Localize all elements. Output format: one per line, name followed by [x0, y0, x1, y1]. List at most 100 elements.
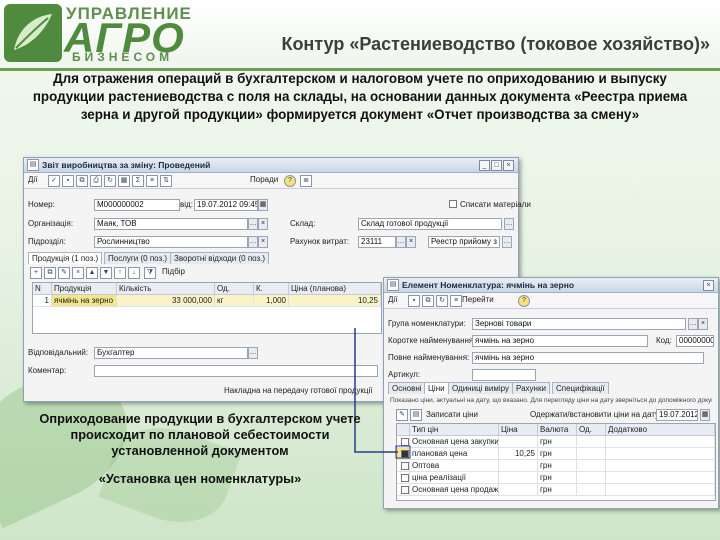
help-icon[interactable]: ? — [518, 295, 530, 307]
close-icon[interactable]: × — [503, 160, 514, 171]
row-checkbox-cell[interactable] — [397, 484, 410, 496]
planned-price-cell[interactable]: 10,25 — [289, 295, 381, 307]
copy-icon[interactable]: ⧉ — [76, 175, 88, 187]
report-icon[interactable]: ▦ — [118, 175, 130, 187]
column-header[interactable]: N — [33, 283, 52, 295]
currency-cell[interactable]: грн — [538, 484, 577, 496]
unit-cell[interactable] — [577, 484, 606, 496]
save-icon[interactable]: ▪ — [62, 175, 74, 187]
table-row[interactable]: 1 ячмінь на зерно 33 000,000 кг 1,000 10… — [33, 295, 381, 307]
minimize-icon[interactable]: _ — [479, 160, 490, 171]
currency-cell[interactable]: грн — [538, 448, 577, 460]
row-checkbox[interactable] — [401, 462, 409, 470]
record-prices-button[interactable]: Записати ціни — [426, 410, 478, 419]
responsible-select-button[interactable]: … — [248, 347, 258, 359]
save-icon[interactable]: ▪ — [408, 295, 420, 307]
department-clear-button[interactable]: × — [258, 236, 268, 248]
hierarchy-icon[interactable]: ⇅ — [160, 175, 172, 187]
column-header[interactable]: К. — [254, 283, 289, 295]
copy-row-icon[interactable]: ⧉ — [44, 267, 56, 279]
unit-cell[interactable] — [577, 436, 606, 448]
tab-services[interactable]: Послуги (0 поз.) — [104, 252, 172, 264]
number-field[interactable]: М000000002 — [94, 199, 180, 211]
post-icon[interactable]: ✓ — [48, 175, 60, 187]
record-price-icon[interactable]: ▤ — [410, 409, 422, 421]
department-field[interactable]: Рослинництво — [94, 236, 248, 248]
quantity-cell[interactable]: 33 000,000 — [117, 295, 215, 307]
help-tips-button[interactable]: Поради — [250, 175, 278, 185]
delete-row-icon[interactable]: × — [72, 267, 84, 279]
edit-row-icon[interactable]: ✎ — [58, 267, 70, 279]
cost-account-field[interactable]: 23111 — [358, 236, 396, 248]
item-group-clear-button[interactable]: × — [698, 318, 708, 330]
row-checkbox-cell[interactable] — [397, 448, 410, 460]
price-cell[interactable]: 10,25 — [499, 448, 538, 460]
extra-cell[interactable] — [606, 448, 715, 460]
date-field[interactable]: 19.07.2012 09:45:49 — [194, 199, 258, 211]
currency-cell[interactable]: грн — [538, 472, 577, 484]
unit-cell[interactable] — [577, 472, 606, 484]
goto-menu-button[interactable]: Перейти — [462, 295, 494, 305]
print-icon[interactable]: ⎙ — [90, 175, 102, 187]
extra-cell[interactable] — [606, 436, 715, 448]
sort-desc-icon[interactable]: ↓ — [128, 267, 140, 279]
row-checkbox-cell[interactable] — [397, 436, 410, 448]
copy-icon[interactable]: ⧉ — [422, 295, 434, 307]
column-header[interactable]: Кількість — [117, 283, 215, 295]
table-row[interactable]: Основная цена закупки грн — [397, 436, 715, 448]
tab-main[interactable]: Основні — [388, 382, 426, 394]
price-type-cell[interactable]: Основная цена продажи — [410, 484, 499, 496]
close-icon[interactable]: × — [703, 280, 714, 291]
unit-cell[interactable]: кг — [215, 295, 254, 307]
item-group-field[interactable]: Зернові товари — [472, 318, 686, 330]
refresh-icon[interactable]: ↻ — [104, 175, 116, 187]
edit-price-icon[interactable]: ✎ — [396, 409, 408, 421]
item-toolbar-icons[interactable]: ▪ ⧉ ↻ ≡ — [408, 295, 464, 307]
code-field[interactable]: 000000000 — [676, 335, 714, 347]
move-up-icon[interactable]: ▲ — [86, 267, 98, 279]
table-row[interactable]: Оптова грн — [397, 460, 715, 472]
responsible-field[interactable]: Бухгалтер — [94, 347, 248, 359]
article-field[interactable] — [472, 369, 536, 381]
short-name-field[interactable]: ячмінь на зерно — [472, 335, 648, 347]
actions-menu-button[interactable]: Дії — [28, 175, 37, 185]
currency-cell[interactable]: грн — [538, 436, 577, 448]
footer-print-link[interactable]: Накладна на передачу готової продукції — [224, 386, 373, 395]
price-date-picker-button[interactable]: ▦ — [700, 409, 710, 421]
unit-cell[interactable] — [577, 448, 606, 460]
tab-specifications[interactable]: Специфікації — [552, 382, 609, 394]
column-header[interactable]: Валюта — [538, 424, 577, 436]
maximize-icon[interactable]: □ — [491, 160, 502, 171]
materials-checkbox-label[interactable]: Списати матеріали — [460, 200, 531, 209]
row-checkbox-cell[interactable] — [397, 460, 410, 472]
tab-accounts[interactable]: Рахунки — [512, 382, 550, 394]
comment-field[interactable] — [94, 365, 378, 377]
tab-units[interactable]: Одиниці виміру — [448, 382, 514, 394]
table-row[interactable]: плановая цена 10,25 грн — [397, 448, 715, 460]
column-header[interactable]: Ціна — [499, 424, 538, 436]
tab-prices[interactable]: Ціни — [424, 382, 449, 394]
settings-icon[interactable]: ≣ — [300, 175, 312, 187]
toolbar-icons[interactable]: ✓ ▪ ⧉ ⎙ ↻ ▦ Σ ≡ ⇅ — [48, 175, 174, 187]
price-cell[interactable] — [499, 472, 538, 484]
currency-cell[interactable]: грн — [538, 460, 577, 472]
materials-checkbox[interactable] — [449, 200, 457, 208]
filter-icon[interactable]: ⧩ — [144, 267, 156, 279]
row-checkbox-cell[interactable] — [397, 472, 410, 484]
tab-products[interactable]: Продукція (1 поз.) — [28, 252, 103, 264]
registry-select-button[interactable]: … — [502, 236, 512, 248]
column-header[interactable]: Продукція — [52, 283, 117, 295]
add-row-icon[interactable]: + — [30, 267, 42, 279]
department-select-button[interactable]: … — [248, 236, 258, 248]
price-cell[interactable] — [499, 436, 538, 448]
full-name-field[interactable]: ячмінь на зерно — [472, 352, 704, 364]
row-checkbox[interactable] — [401, 450, 409, 458]
cost-account-clear-button[interactable]: × — [406, 236, 416, 248]
organization-clear-button[interactable]: × — [258, 218, 268, 230]
column-header[interactable]: Од. — [215, 283, 254, 295]
date-picker-button[interactable]: ▦ — [258, 199, 268, 211]
table-row[interactable]: ціна реалізації грн — [397, 472, 715, 484]
column-header[interactable]: Ціна (планова) — [289, 283, 381, 295]
price-type-cell[interactable]: Основная цена закупки — [410, 436, 499, 448]
cost-account-select-button[interactable]: … — [396, 236, 406, 248]
